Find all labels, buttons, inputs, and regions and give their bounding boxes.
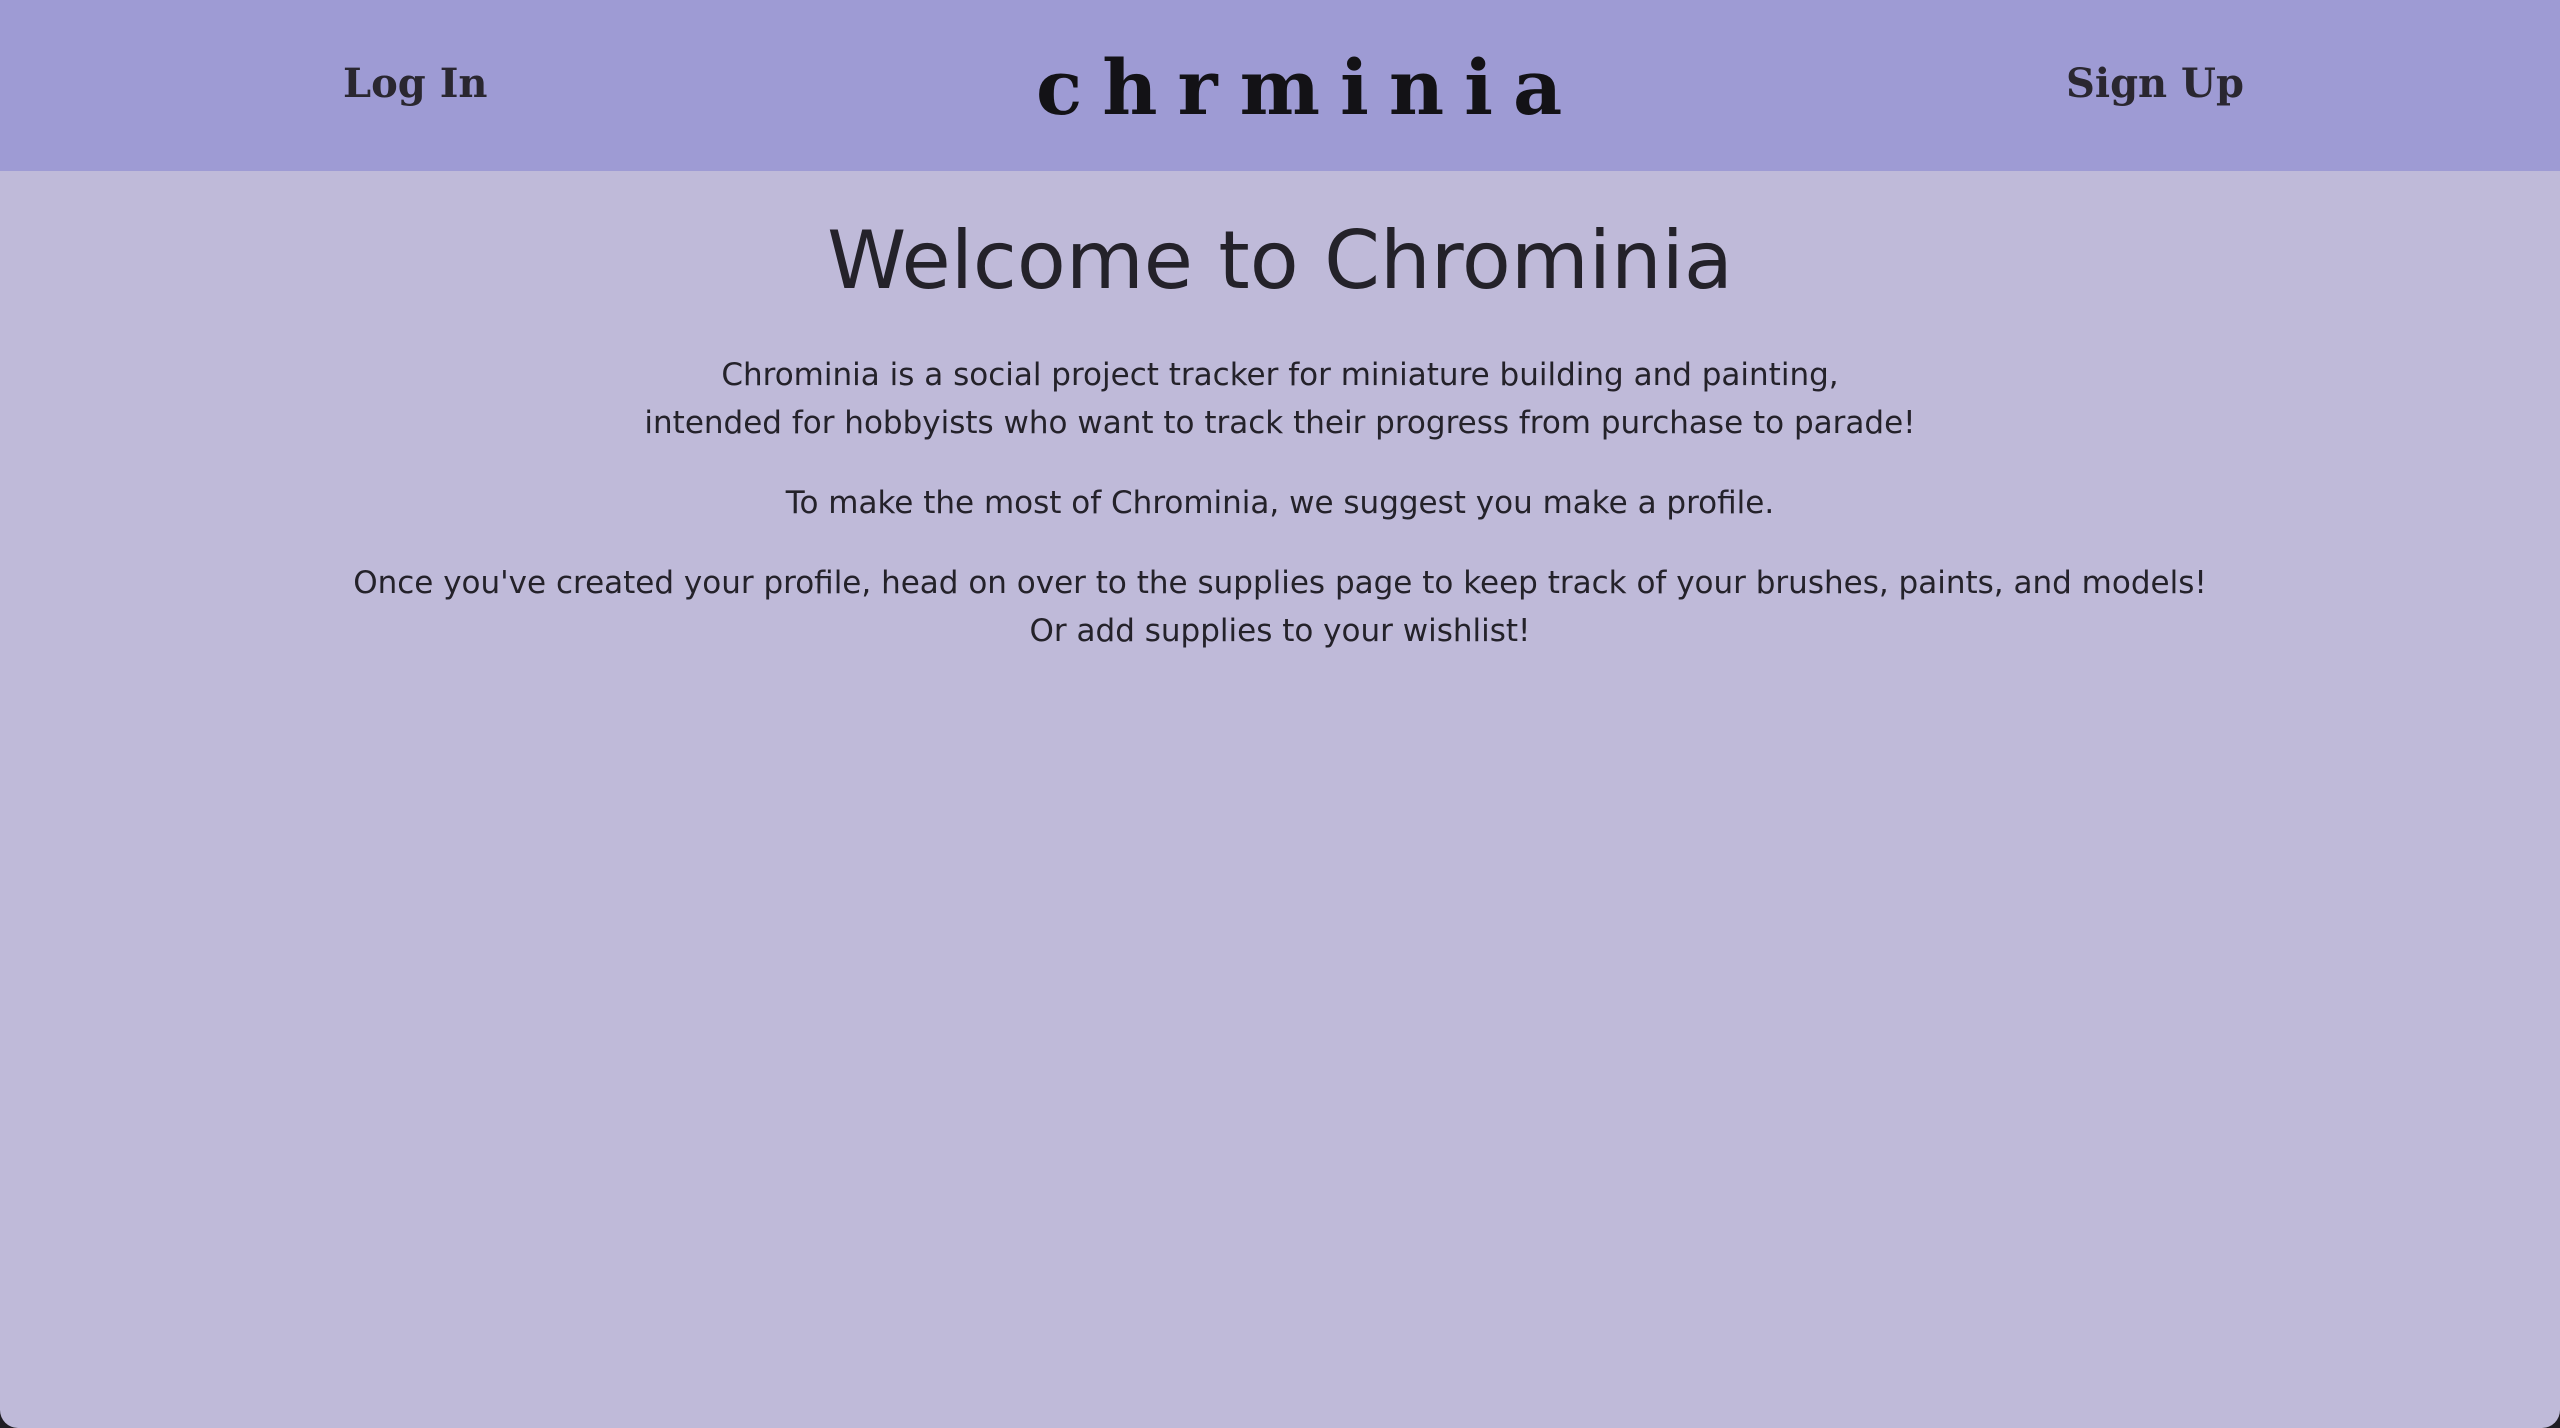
intro-paragraph: Chrominia is a social project tracker fo… (0, 351, 2560, 447)
intro-line: Chrominia is a social project tracker fo… (721, 357, 1839, 393)
supplies-paragraph: Once you've created your profile, head o… (0, 559, 2560, 655)
signup-link[interactable]: Sign Up (2066, 52, 2244, 116)
logo-text-start: chr (1036, 43, 1238, 132)
login-link[interactable]: Log In (343, 52, 488, 116)
chrominia-logo[interactable]: chr minia (1036, 30, 1562, 146)
page-title: Welcome to Chrominia (827, 214, 1733, 307)
welcome-content: Welcome to Chrominia Chrominia is a soci… (0, 171, 2560, 655)
logo-text-end: minia (1239, 43, 1583, 132)
intro-line: intended for hobbyists who want to track… (644, 405, 1916, 441)
supplies-line: Once you've created your profile, head o… (353, 565, 2207, 601)
supplies-line: Or add supplies to your wishlist! (1029, 613, 1531, 649)
app-window: Log In chr minia Sign Up Welcome to Chrom… (0, 0, 2560, 1428)
profile-suggestion-paragraph: To make the most of Chrominia, we sugges… (785, 485, 1775, 521)
top-navbar: Log In chr minia Sign Up (0, 0, 2560, 171)
